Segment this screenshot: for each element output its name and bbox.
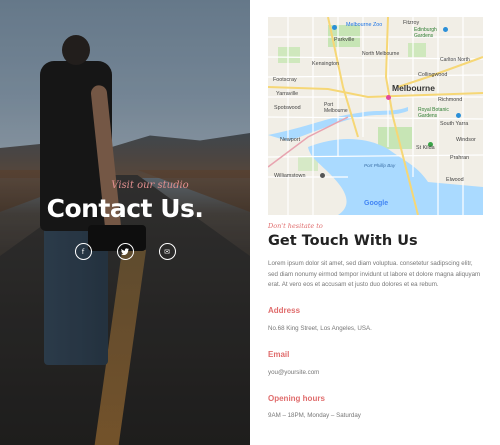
google-logo: Google — [364, 200, 389, 207]
address-label: Address — [268, 306, 301, 315]
map-label: Port Melbourne — [324, 102, 348, 114]
map-label: Collingwood — [418, 72, 448, 78]
map-pin — [332, 25, 337, 30]
map-label: Prahran — [450, 155, 470, 161]
map-label: Edinburgh Gardens — [414, 27, 437, 39]
email-icon[interactable]: ✉ — [158, 243, 176, 260]
email-label: Email — [268, 350, 290, 359]
contact-paragraph: Lorem ipsum dolor sit amet, sed diam vol… — [268, 260, 481, 288]
map-pin — [386, 95, 391, 100]
social-links: f ✉ — [0, 243, 250, 260]
hero-text: Visit our studio Contact Us. — [0, 180, 250, 223]
map-pin — [320, 173, 325, 178]
map[interactable]: Melbourne Zoo Fitzroy Edinburgh Gardens … — [268, 17, 483, 215]
hours-value: 9AM – 18PM, Monday – Saturday — [268, 412, 361, 419]
map-label: Port Phillip Bay — [364, 163, 396, 168]
map-label: Newport — [280, 137, 301, 143]
map-label: St Kilda — [416, 145, 435, 151]
map-label: South Yarra — [440, 121, 469, 127]
map-label: Carlton North — [440, 57, 470, 63]
facebook-icon[interactable]: f — [74, 243, 92, 260]
map-pin — [456, 113, 461, 118]
map-label: North Melbourne — [362, 51, 400, 57]
twitter-icon[interactable] — [116, 243, 134, 260]
map-label: Richmond — [438, 97, 463, 103]
map-label: Kensington — [312, 61, 339, 67]
contact-script-label: Don't hesitate to — [268, 222, 323, 230]
map-label: Williamstown — [274, 173, 306, 179]
map-label: Parkville — [334, 37, 355, 43]
map-label: Yarraville — [276, 91, 299, 97]
map-label: Fitzroy — [403, 20, 420, 26]
hours-label: Opening hours — [268, 394, 325, 403]
hero-image: Visit our studio Contact Us. f ✉ — [0, 0, 250, 445]
address-value: No.68 King Street, Los Angeles, USA. — [268, 325, 372, 332]
map-label: Footscray — [273, 77, 297, 83]
hero-eyebrow: Visit our studio — [111, 180, 189, 191]
map-label: Melbourne Zoo — [346, 22, 383, 28]
hero-title: Contact Us. — [46, 194, 204, 223]
contact-heading: Get Touch With Us — [268, 233, 418, 249]
map-label: Windsor — [456, 137, 476, 143]
map-label: Elwood — [446, 177, 464, 183]
map-label: Royal Botanic Gardens — [418, 107, 449, 119]
email-value[interactable]: you@yoursite.com — [268, 369, 319, 376]
map-label: Melbourne — [392, 83, 435, 93]
map-label: Spotswood — [274, 105, 301, 111]
